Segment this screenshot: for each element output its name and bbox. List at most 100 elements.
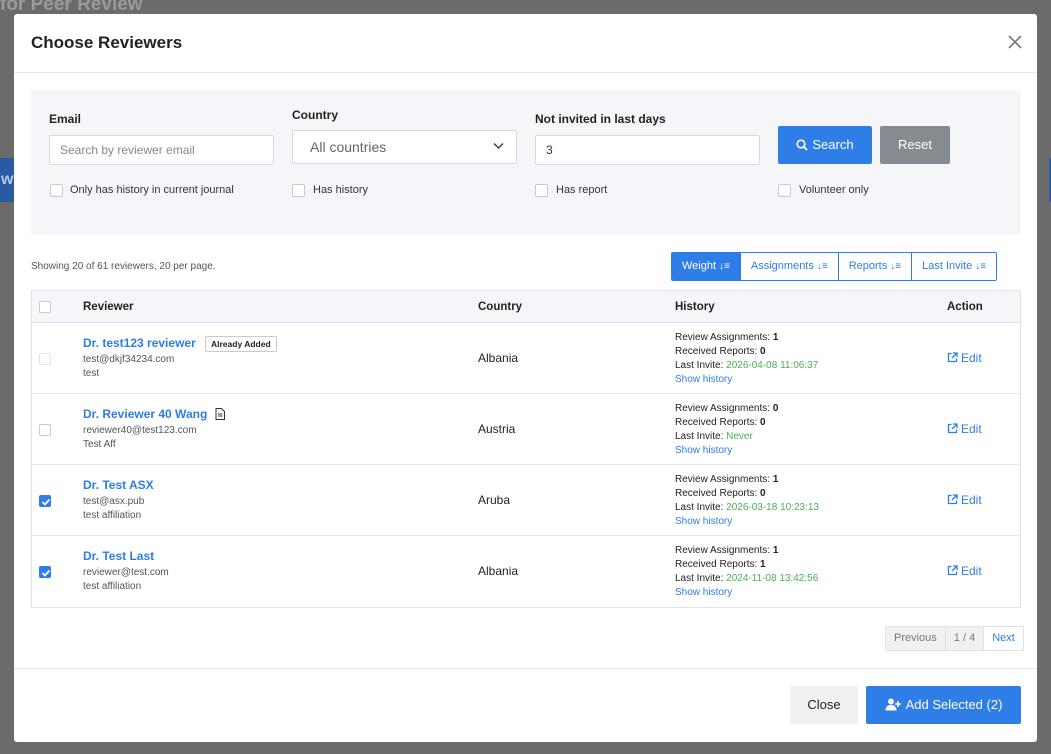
sort-reports-button[interactable]: Reports ↓≡: [837, 253, 912, 280]
volunteer-only-label: Volunteer only: [799, 184, 869, 196]
volunteer-only-checkbox[interactable]: [778, 184, 791, 197]
select-all-checkbox[interactable]: [39, 301, 51, 313]
pagination: Previous 1 / 4 Next: [885, 626, 1024, 651]
history-current-journal-checkbox[interactable]: [50, 184, 63, 197]
close-icon[interactable]: [1007, 34, 1023, 50]
history-assignments: Review Assignments: 1: [675, 474, 779, 485]
reviewer-country: Albania: [478, 564, 519, 578]
reviewer-affiliation: Test Aff: [83, 439, 116, 450]
has-history-label: Has history: [313, 184, 369, 196]
show-history-link[interactable]: Show history: [675, 586, 818, 600]
edit-reviewer-link[interactable]: Edit: [947, 422, 982, 436]
modal-title: Choose Reviewers: [31, 33, 183, 52]
filter-panel: Email Country All countries Not invited …: [31, 90, 1021, 235]
sort-last-invite-button[interactable]: Last Invite ↓≡: [911, 253, 997, 280]
show-history-link[interactable]: Show history: [675, 444, 778, 458]
search-icon: [796, 139, 809, 151]
results-summary: Showing 20 of 61 reviewers, 20 per page.: [31, 261, 216, 272]
external-link-icon: [947, 423, 958, 434]
show-history-link[interactable]: Show history: [675, 515, 819, 529]
choose-reviewers-modal: Choose Reviewers Email Country All count…: [14, 14, 1037, 742]
history-reports: Received Reports: 1: [675, 559, 766, 570]
history-assignments: Review Assignments: 0: [675, 403, 779, 414]
add-selected-label: Add Selected (2): [905, 697, 1003, 712]
has-report-label: Has report: [556, 184, 608, 196]
reviewer-history: Review Assignments: 0 Received Reports: 0…: [675, 402, 778, 458]
search-button[interactable]: Search: [778, 126, 872, 164]
table-row: Dr. Test ASX test@asx.pub test affiliation…: [32, 465, 1020, 536]
history-reports: Received Reports: 0: [675, 346, 766, 357]
row-select-checkbox[interactable]: [39, 566, 51, 578]
history-last-invite: Last Invite: Never: [675, 431, 753, 442]
reviewer-name-link[interactable]: Dr. Test ASX: [83, 478, 154, 492]
sort-weight-button[interactable]: Weight ↓≡: [672, 253, 740, 280]
checkmark-icon: [41, 569, 51, 577]
edit-reviewer-link[interactable]: Edit: [947, 564, 982, 578]
sort-desc-icon: ↓≡: [719, 261, 730, 272]
country-select[interactable]: All countries: [292, 130, 517, 164]
reset-button[interactable]: Reset: [880, 126, 950, 164]
reviewer-country: Albania: [478, 351, 519, 365]
sort-desc-icon: ↓≡: [975, 261, 987, 272]
history-assignments: Review Assignments: 1: [675, 545, 779, 556]
country-select-value: All countries: [310, 139, 387, 155]
reviewer-affiliation: test: [83, 368, 100, 379]
header-country: Country: [478, 301, 523, 313]
days-label: Not invited in last days: [535, 112, 666, 126]
row-select-checkbox: [39, 353, 51, 365]
document-icon: [215, 408, 225, 420]
reviewer-name-link[interactable]: Dr. test123 reviewer: [83, 336, 196, 350]
show-history-link[interactable]: Show history: [675, 373, 818, 387]
chevron-down-icon: [493, 142, 504, 150]
has-history-checkbox[interactable]: [292, 184, 305, 197]
table-row: Dr. Reviewer 40 Wang reviewer40@test123.c…: [32, 394, 1020, 465]
sort-assignments-button[interactable]: Assignments ↓≡: [739, 253, 838, 280]
has-report-checkbox[interactable]: [535, 184, 548, 197]
reviewer-name-link[interactable]: Dr. Reviewer 40 Wang: [83, 407, 207, 421]
sort-reports-label: Reports: [848, 260, 888, 272]
history-assignments: Review Assignments: 1: [675, 332, 779, 343]
edit-reviewer-link[interactable]: Edit: [947, 351, 982, 365]
reviewer-history: Review Assignments: 1 Received Reports: 1…: [675, 544, 818, 600]
reviewer-email: reviewer40@test123.com: [83, 425, 197, 436]
sort-last-invite-label: Last Invite: [922, 260, 973, 272]
reviewer-affiliation: test affiliation: [83, 581, 142, 592]
next-page-button[interactable]: Next: [983, 627, 1023, 650]
close-button[interactable]: Close: [790, 686, 858, 724]
sort-button-group: Weight ↓≡ Assignments ↓≡ Reports ↓≡ Last In…: [671, 252, 998, 281]
previous-page-button[interactable]: Previous: [886, 627, 945, 650]
external-link-icon: [947, 565, 958, 576]
sort-desc-icon: ↓≡: [890, 261, 902, 272]
history-reports: Received Reports: 0: [675, 417, 766, 428]
history-last-invite: Last Invite: 2026-03-18 10:23:13: [675, 502, 819, 513]
table-row: Dr. Test Last reviewer@test.com test affil…: [32, 536, 1020, 607]
row-select-checkbox[interactable]: [39, 495, 51, 507]
not-invited-days-input[interactable]: [535, 135, 760, 165]
reviewer-email: test@dkjf34234.com: [83, 354, 175, 365]
search-button-label: Search: [812, 137, 854, 152]
table-row: Dr. test123 reviewer Already Added test@dk…: [32, 323, 1020, 394]
row-select-checkbox[interactable]: [39, 424, 51, 436]
reviewer-history: Review Assignments: 1 Received Reports: 0…: [675, 331, 818, 387]
reviewer-country: Austria: [478, 422, 516, 436]
table-header: Reviewer Country History Action: [32, 291, 1020, 323]
edit-reviewer-link[interactable]: Edit: [947, 493, 982, 507]
external-link-icon: [947, 352, 958, 363]
header-reviewer: Reviewer: [83, 301, 134, 313]
reviewer-email: reviewer@test.com: [83, 567, 169, 578]
sort-weight-label: Weight: [682, 260, 717, 272]
header-action: Action: [947, 301, 983, 313]
modal-header: Choose Reviewers: [14, 14, 1037, 73]
email-search-input[interactable]: [49, 135, 274, 165]
already-added-badge: Already Added: [205, 336, 277, 352]
checkmark-icon: [41, 498, 51, 506]
add-user-icon: [885, 698, 901, 711]
country-label: Country: [292, 108, 338, 122]
modal-footer: Close Add Selected (2): [14, 668, 1037, 742]
history-last-invite: Last Invite: 2026-04-08 11:06:37: [675, 360, 819, 371]
history-last-invite: Last Invite: 2024-11-08 13:42:56: [675, 573, 819, 584]
header-history: History: [675, 301, 715, 313]
sort-assignments-label: Assignments: [750, 260, 814, 272]
reviewer-name-link[interactable]: Dr. Test Last: [83, 549, 154, 563]
add-selected-button[interactable]: Add Selected (2): [866, 686, 1021, 724]
